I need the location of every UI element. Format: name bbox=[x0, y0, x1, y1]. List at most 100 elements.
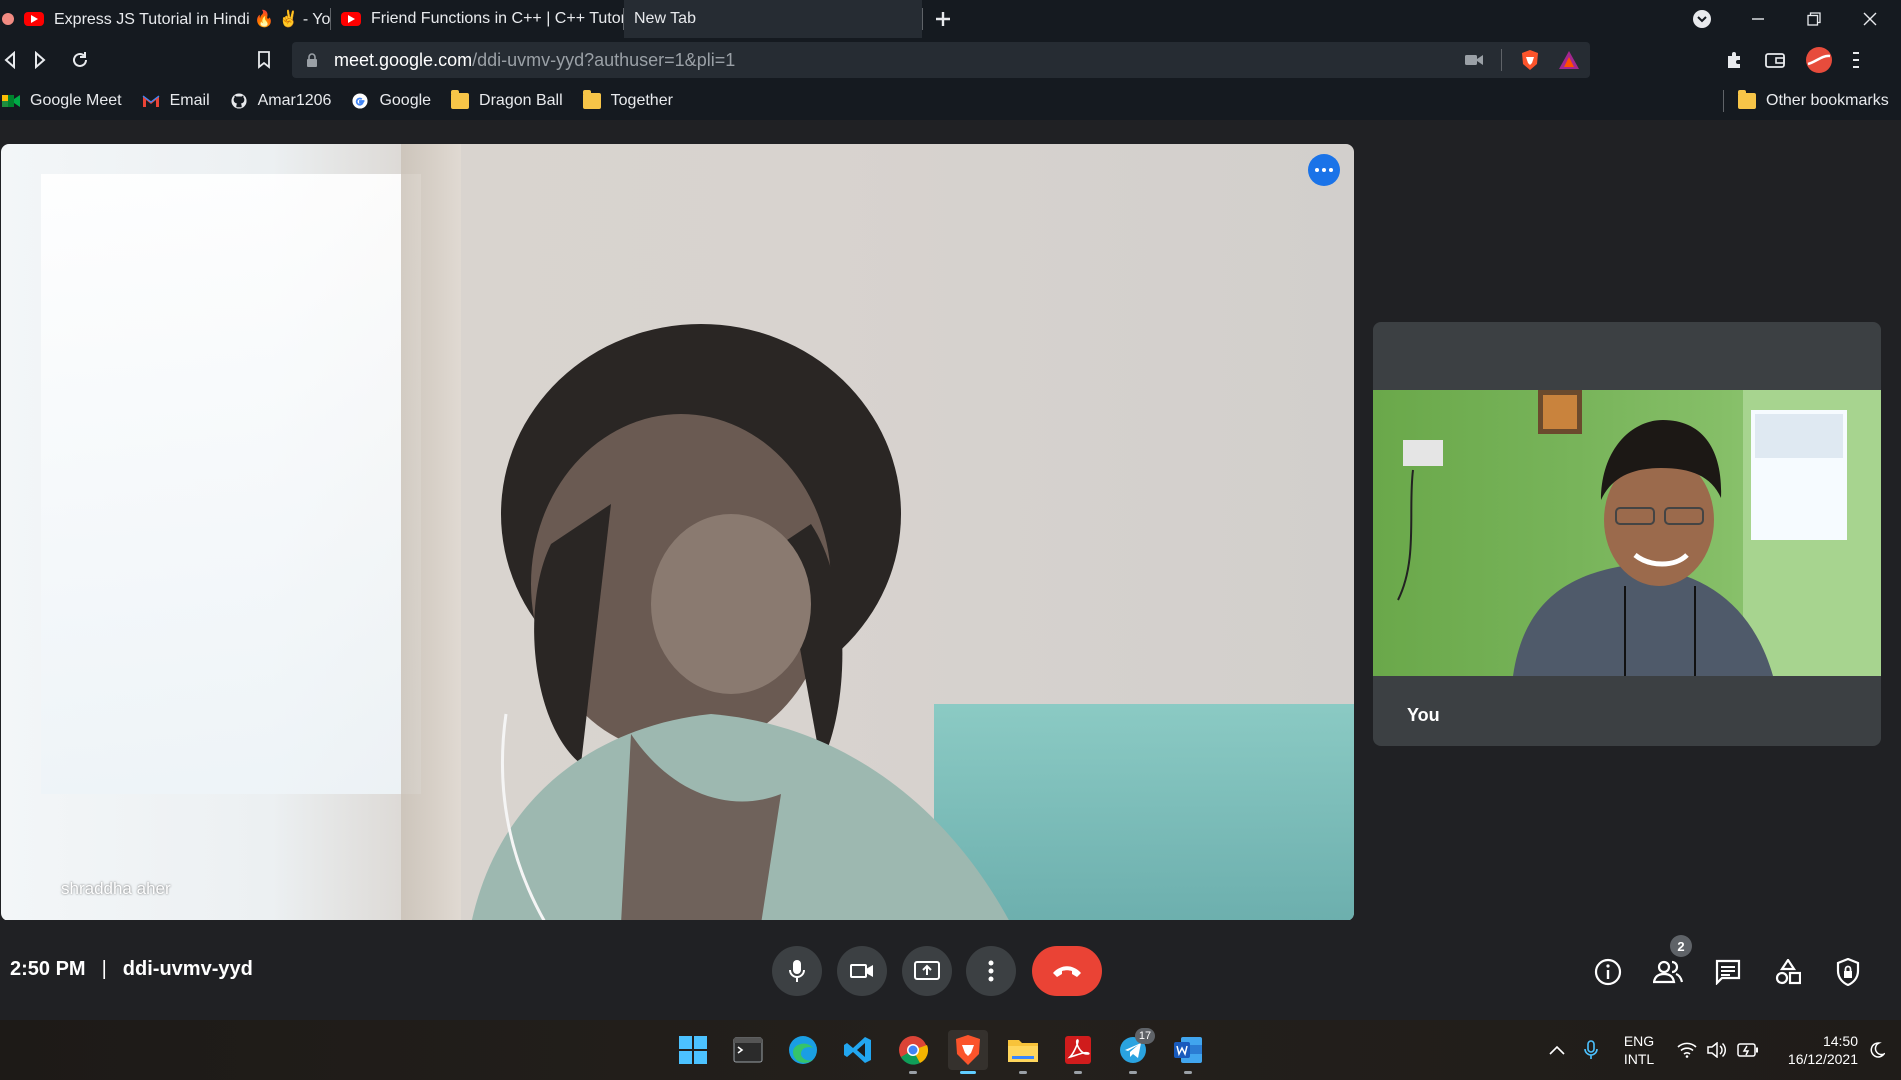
participant-tile-main[interactable]: shraddha aher bbox=[1, 144, 1354, 921]
microphone-toggle-button[interactable] bbox=[772, 946, 822, 996]
meeting-time: 2:50 PM bbox=[10, 958, 86, 980]
tab-title: New Tab bbox=[634, 10, 696, 27]
tile-more-options-button[interactable] bbox=[1308, 154, 1340, 186]
windows-taskbar: 17 ENG INTL 14:50 16/12/2021 bbox=[0, 1020, 1901, 1080]
show-hidden-icons-button[interactable] bbox=[1544, 1020, 1570, 1080]
tab-express-js[interactable]: Express JS Tutorial in Hindi 🔥 ✌️ - Yo bbox=[0, 0, 330, 38]
word-icon bbox=[1174, 1037, 1202, 1063]
taskbar-brave[interactable] bbox=[948, 1030, 988, 1074]
bookmark-google-meet[interactable]: Google Meet bbox=[0, 82, 132, 120]
microphone-icon bbox=[789, 960, 805, 982]
lock-icon bbox=[307, 53, 317, 67]
bookmark-page-button[interactable] bbox=[244, 38, 284, 82]
camera-in-use-icon[interactable] bbox=[1465, 54, 1483, 66]
meeting-details-button[interactable] bbox=[1588, 952, 1628, 992]
participant-count-badge: 2 bbox=[1670, 935, 1692, 957]
address-bar[interactable]: meet.google.com/ddi-uvmv-yyd?authuser=1&… bbox=[292, 42, 1590, 78]
restore-icon bbox=[1807, 12, 1821, 26]
vscode-icon bbox=[844, 1037, 871, 1063]
chat-button[interactable] bbox=[1708, 952, 1748, 992]
folder-icon bbox=[451, 90, 470, 109]
people-icon bbox=[1653, 960, 1683, 984]
host-controls-button[interactable] bbox=[1828, 952, 1868, 992]
terminal-icon bbox=[733, 1037, 763, 1063]
people-button[interactable] bbox=[1648, 952, 1688, 992]
minimize-button[interactable] bbox=[1730, 0, 1786, 38]
video-camera-icon bbox=[850, 964, 873, 978]
brave-icon bbox=[956, 1035, 980, 1065]
tab-new-tab[interactable]: New Tab bbox=[624, 0, 922, 38]
taskbar-chrome[interactable] bbox=[893, 1030, 933, 1074]
forward-button[interactable] bbox=[20, 38, 60, 82]
url-path: /ddi-uvmv-yyd?authuser=1&pli=1 bbox=[472, 49, 736, 70]
participant-tile-self[interactable]: You bbox=[1373, 322, 1881, 746]
volume-icon bbox=[1707, 1042, 1727, 1058]
url-host: meet.google.com bbox=[334, 49, 473, 70]
taskbar-file-explorer[interactable] bbox=[1003, 1030, 1043, 1074]
minimize-icon bbox=[1752, 18, 1764, 20]
meeting-info-divider: | bbox=[101, 958, 107, 980]
present-screen-icon bbox=[914, 961, 940, 980]
bookmarks-bar: Google Meet Email Amar1206 Google Dragon… bbox=[0, 82, 1901, 120]
browser-menu-icon[interactable] bbox=[1853, 50, 1859, 70]
present-screen-button[interactable] bbox=[902, 946, 952, 996]
tab-friend-functions[interactable]: Friend Functions in C++ | C++ Tutoria bbox=[331, 0, 623, 38]
microphone-in-use-indicator[interactable] bbox=[1578, 1020, 1604, 1080]
gmail-icon bbox=[142, 95, 160, 107]
taskbar-edge[interactable] bbox=[783, 1030, 823, 1070]
input-language-indicator[interactable]: ENG INTL bbox=[1614, 1020, 1664, 1080]
bookmark-label: Google bbox=[379, 92, 432, 109]
running-indicator bbox=[1074, 1071, 1082, 1074]
reload-icon bbox=[73, 52, 87, 67]
self-video-feed bbox=[1373, 390, 1881, 676]
running-indicator bbox=[909, 1071, 917, 1074]
back-arrow-icon bbox=[4, 51, 15, 69]
folder-icon bbox=[1738, 90, 1756, 109]
tab-title: Express JS Tutorial in Hindi 🔥 ✌️ - Yo bbox=[54, 11, 330, 28]
leave-call-button[interactable] bbox=[1032, 946, 1102, 996]
focus-assist-button[interactable] bbox=[1862, 1020, 1892, 1080]
bookmark-amar1206[interactable]: Amar1206 bbox=[220, 82, 342, 120]
bookmark-google[interactable]: Google bbox=[341, 82, 441, 120]
brave-rewards-icon[interactable] bbox=[1558, 50, 1580, 70]
clock[interactable]: 14:50 16/12/2021 bbox=[1774, 1020, 1858, 1080]
self-video-scene bbox=[1397, 390, 1881, 676]
taskbar-acrobat[interactable] bbox=[1058, 1030, 1098, 1074]
bookmark-label: Amar1206 bbox=[257, 92, 332, 109]
extensions-puzzle-icon[interactable] bbox=[1725, 50, 1745, 70]
activities-button[interactable] bbox=[1768, 952, 1808, 992]
profile-avatar-icon[interactable] bbox=[1805, 46, 1833, 74]
taskbar-terminal[interactable] bbox=[728, 1030, 768, 1070]
bookmark-email[interactable]: Email bbox=[132, 82, 220, 120]
bookmark-folder-together[interactable]: Together bbox=[573, 82, 683, 120]
meeting-details: 2:50 PM | ddi-uvmv-yyd bbox=[10, 958, 253, 981]
tab-search-button[interactable] bbox=[1674, 0, 1730, 38]
close-window-button[interactable] bbox=[1842, 0, 1898, 38]
taskbar-word[interactable] bbox=[1168, 1030, 1208, 1074]
meeting-code: ddi-uvmv-yyd bbox=[122, 958, 253, 980]
video-background-window bbox=[41, 174, 421, 794]
brave-shields-icon[interactable] bbox=[1520, 49, 1540, 71]
file-explorer-icon bbox=[1008, 1040, 1038, 1062]
bookmark-folder-dragon-ball[interactable]: Dragon Ball bbox=[441, 82, 573, 120]
taskbar-vscode[interactable] bbox=[838, 1030, 878, 1070]
taskbar-telegram[interactable]: 17 bbox=[1113, 1028, 1155, 1074]
start-button[interactable] bbox=[673, 1030, 713, 1070]
wallet-icon[interactable] bbox=[1765, 51, 1785, 69]
other-bookmarks-folder[interactable]: Other bookmarks bbox=[1728, 82, 1899, 120]
chevron-up-icon bbox=[1549, 1045, 1565, 1055]
bookmark-icon bbox=[258, 51, 270, 69]
battery-charging-icon bbox=[1737, 1043, 1758, 1057]
tray-microphone-icon bbox=[1584, 1040, 1598, 1059]
camera-toggle-button[interactable] bbox=[837, 946, 887, 996]
reload-button[interactable] bbox=[60, 38, 100, 82]
back-button[interactable] bbox=[0, 38, 20, 82]
wifi-icon bbox=[1677, 1042, 1697, 1058]
more-dots-icon bbox=[1315, 168, 1319, 172]
tab-strip: Express JS Tutorial in Hindi 🔥 ✌️ - Yo F… bbox=[0, 0, 1901, 38]
bookmark-label: Together bbox=[610, 92, 673, 109]
quick-settings-button[interactable] bbox=[1668, 1020, 1768, 1080]
new-tab-button[interactable] bbox=[923, 0, 963, 38]
more-options-button[interactable] bbox=[966, 946, 1016, 996]
restore-button[interactable] bbox=[1786, 0, 1842, 38]
